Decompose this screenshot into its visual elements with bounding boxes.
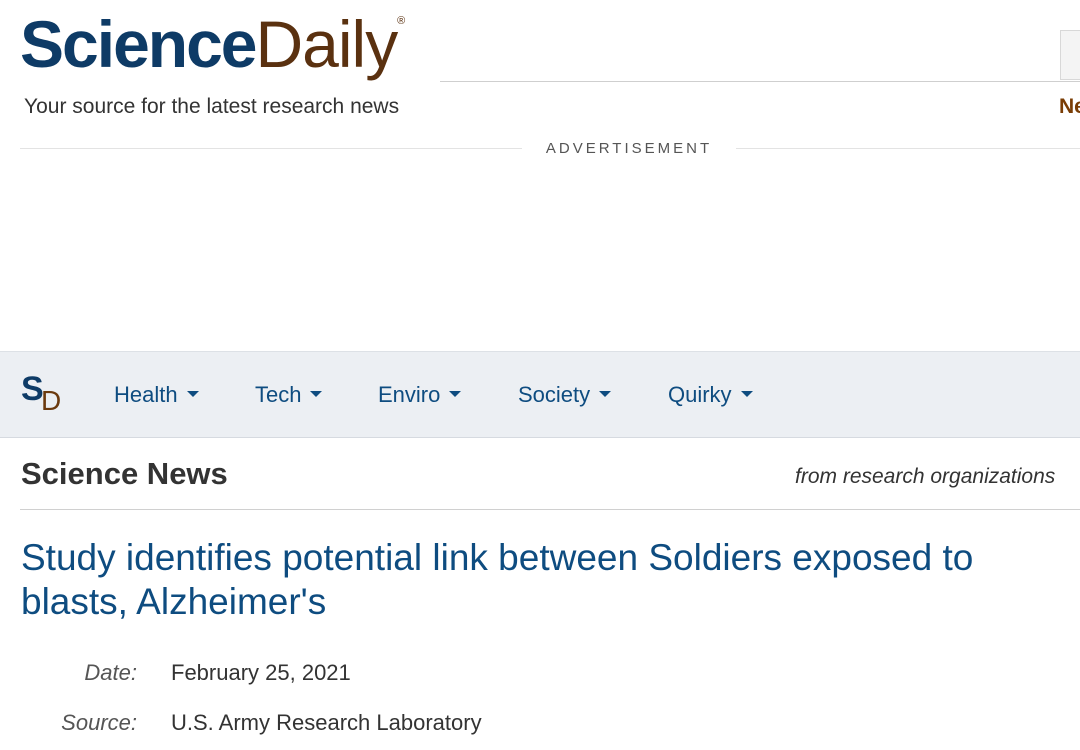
section-title: Science News <box>21 456 228 491</box>
nav-enviro-menu[interactable]: Enviro <box>378 380 462 410</box>
nav-tech-label: Tech <box>255 382 302 407</box>
article-headline: Study identifies potential link between … <box>21 537 974 622</box>
section-divider <box>20 509 1080 510</box>
nav-tech-menu[interactable]: Tech <box>255 380 323 410</box>
chevron-down-icon <box>599 391 612 398</box>
nav-enviro-label: Enviro <box>378 382 441 407</box>
logo-science-text: Science <box>20 7 257 81</box>
site-tagline: Your source for the latest research news <box>24 95 400 118</box>
header-news-link[interactable]: Ne <box>1059 95 1080 119</box>
nav-society-menu[interactable]: Society <box>518 380 612 410</box>
date-value: February 25, 2021 <box>171 660 351 685</box>
advertisement-label: ADVERTISEMENT <box>545 140 713 157</box>
chevron-down-icon <box>740 391 753 398</box>
nav-quirky-label: Quirky <box>668 382 732 407</box>
nav-society-label: Society <box>518 382 591 407</box>
chevron-down-icon <box>310 391 323 398</box>
sd-home-logo[interactable]: S D <box>21 370 67 420</box>
nav-quirky-menu[interactable]: Quirky <box>668 380 753 410</box>
page: ScienceDaily ® Your source for the latest… <box>0 0 1080 750</box>
logo-daily-text: Daily <box>255 7 399 81</box>
ad-divider-left <box>20 148 522 149</box>
search-box[interactable] <box>1060 30 1080 80</box>
nav-health-menu[interactable]: Health <box>114 380 199 410</box>
section-subtitle: from research organizations <box>795 465 1056 488</box>
chevron-down-icon <box>186 391 199 398</box>
registered-mark: ® <box>397 15 406 27</box>
header-divider <box>440 81 1080 82</box>
nav-health-label: Health <box>114 382 178 407</box>
site-logo[interactable]: ScienceDaily ® <box>20 4 405 84</box>
main-navbar: S D Health Tech Enviro Society Quirky <box>0 351 1080 438</box>
sd-logo-d: D <box>41 385 62 416</box>
ad-divider-right <box>736 148 1080 149</box>
source-label: Source: <box>61 710 137 735</box>
source-value[interactable]: U.S. Army Research Laboratory <box>171 710 482 736</box>
date-label: Date: <box>84 660 137 685</box>
chevron-down-icon <box>449 391 462 398</box>
